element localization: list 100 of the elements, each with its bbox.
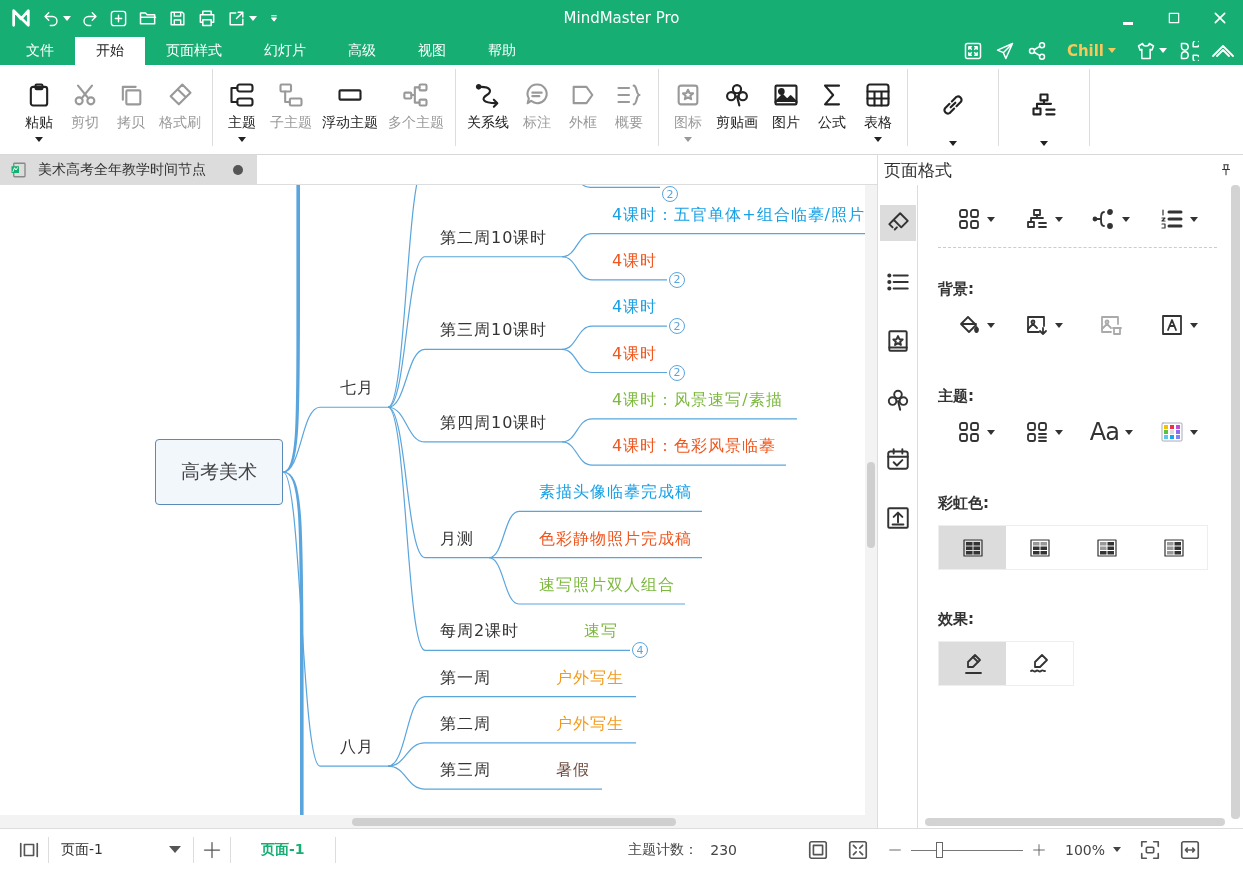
- vertical-scrollbar[interactable]: [865, 185, 877, 815]
- t-shirt-icon: [1136, 40, 1156, 61]
- toolbar-button[interactable]: 主题: [219, 79, 265, 149]
- section-label: 背景:: [938, 280, 975, 299]
- fit-page-icon[interactable]: [806, 838, 829, 861]
- maximize-icon: [1166, 10, 1182, 26]
- caret-icon: [1159, 48, 1167, 53]
- subtopic-label: 速写照片双人组合: [539, 575, 675, 595]
- collapse-count[interactable]: 2: [669, 364, 685, 381]
- zoom-level[interactable]: 100%: [1064, 841, 1121, 858]
- caret-icon: [986, 216, 995, 222]
- table-icon: [864, 81, 892, 109]
- subtopic-label: 4课时：风景速写/素描: [612, 389, 783, 410]
- document-tab[interactable]: 美术高考全年教学时间节点: [0, 155, 257, 184]
- fit-icon[interactable]: [1139, 838, 1161, 861]
- plus-box-icon: [109, 8, 128, 28]
- toolbar-button[interactable]: 表格: [855, 79, 901, 149]
- mindmap-file-icon: [10, 160, 28, 179]
- caret-icon: [35, 137, 43, 142]
- horizontal-scrollbar[interactable]: [0, 815, 877, 828]
- export-button[interactable]: [227, 8, 257, 28]
- redo-button[interactable]: [81, 9, 99, 27]
- collapse-count[interactable]: 2: [669, 271, 685, 288]
- caret-icon: [1040, 141, 1048, 146]
- style-option[interactable]: [939, 642, 1006, 685]
- collapse-count[interactable]: 2: [662, 186, 678, 202]
- horizontal-scrollbar[interactable]: [925, 818, 1225, 826]
- new-button[interactable]: [109, 8, 128, 28]
- apps-icon[interactable]: [1179, 40, 1199, 61]
- central-topic[interactable]: 高考美术: [155, 439, 283, 505]
- ribbon-tab[interactable]: 帮助: [467, 37, 537, 65]
- caret-icon: [238, 137, 246, 142]
- toolbar-button[interactable]: 关系线: [462, 79, 514, 149]
- topic-icon: [228, 81, 256, 109]
- logo-icon: [10, 7, 32, 29]
- caret-icon: [1190, 429, 1199, 435]
- caret-icon: [1122, 216, 1131, 222]
- subtopic-label: 每周2课时: [440, 621, 520, 642]
- grid-list-icon: [1024, 420, 1049, 444]
- subtopic-label: 速写: [584, 621, 618, 642]
- ribbon-tab[interactable]: 页面样式: [145, 37, 243, 65]
- caret-icon: [1113, 847, 1121, 852]
- send-icon[interactable]: [994, 40, 1015, 61]
- fit-width-icon[interactable]: [1179, 838, 1201, 861]
- page-select[interactable]: 页面-1: [57, 836, 185, 863]
- ribbon-tab[interactable]: 文件: [5, 37, 75, 65]
- redo-icon: [81, 9, 99, 27]
- caret-icon: [169, 846, 181, 853]
- printer-icon: [197, 8, 217, 28]
- ribbon-tab[interactable]: 视图: [397, 37, 467, 65]
- caret-icon: [1190, 322, 1199, 328]
- subtopic-label: 月测: [440, 528, 474, 549]
- caret-icon: [1190, 216, 1199, 222]
- subtopic-label: 色彩静物照片完成稿: [539, 528, 692, 549]
- collapse-count[interactable]: 2: [669, 318, 685, 335]
- ribbon-tab[interactable]: 幻灯片: [243, 37, 327, 65]
- panel-title: 页面格式: [884, 158, 952, 182]
- fit-screen-icon[interactable]: [962, 40, 983, 61]
- subtopic-label: 4课时: [612, 297, 658, 318]
- subtopic-label: 第四周10课时: [440, 412, 548, 433]
- zoom-slider[interactable]: [910, 841, 1023, 858]
- calendar-check-icon: [884, 446, 911, 472]
- subtopic-label: 第二周10课时: [440, 227, 548, 248]
- caret-icon: [684, 137, 692, 142]
- caret-icon: [63, 15, 71, 21]
- topic-count-label: 主题计数：: [628, 840, 699, 859]
- subtopic-label: 暑假: [556, 760, 590, 781]
- close-icon: [1212, 10, 1228, 26]
- add-page-button[interactable]: [202, 839, 222, 860]
- pin-icon[interactable]: [1219, 163, 1233, 177]
- toolbar-button[interactable]: 剪贴画: [711, 79, 763, 149]
- ribbon-tab[interactable]: 高级: [327, 37, 397, 65]
- grid-icon: [956, 420, 981, 444]
- section-label: 彩虹色:: [938, 494, 990, 513]
- subtopic-label: 第一周: [440, 667, 491, 688]
- page-tab[interactable]: 页面-1: [239, 840, 327, 859]
- fullscreen-icon[interactable]: [846, 838, 869, 861]
- caret-icon: [249, 15, 257, 21]
- section-label: 主题:: [938, 387, 975, 406]
- collapse-count[interactable]: 4: [632, 642, 648, 659]
- subtopic-label: 素描头像临摹完成稿: [539, 482, 692, 503]
- image-import-icon: [1024, 313, 1049, 337]
- toolbar-button[interactable]: 粘贴: [16, 79, 62, 149]
- vertical-scrollbar[interactable]: [1231, 185, 1240, 819]
- format-tool[interactable]: Aa: [1084, 418, 1139, 446]
- minimize-icon: [1123, 21, 1133, 25]
- theme-name[interactable]: Chill: [1066, 41, 1104, 60]
- share-icon[interactable]: [1026, 40, 1047, 61]
- style-option[interactable]: [939, 526, 1006, 569]
- ribbon-tab[interactable]: 开始: [75, 37, 145, 65]
- toolbar-button[interactable]: 公式: [809, 79, 855, 149]
- save-button[interactable]: [168, 8, 187, 28]
- side-tab[interactable]: [879, 205, 916, 241]
- skin-button[interactable]: [1136, 40, 1167, 61]
- toolbar-button[interactable]: 图片: [763, 79, 809, 149]
- undo-button[interactable]: [42, 9, 71, 27]
- print-button[interactable]: [197, 8, 217, 28]
- image-delete-icon: [1099, 313, 1124, 337]
- slider-thumb[interactable]: [935, 841, 943, 858]
- toolbar-button[interactable]: 浮动主题: [317, 79, 383, 149]
